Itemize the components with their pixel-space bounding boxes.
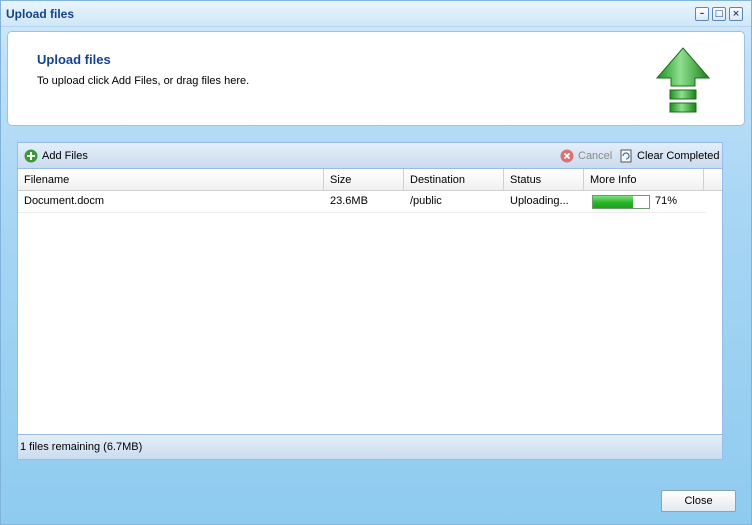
minimize-button[interactable]: – xyxy=(695,7,709,21)
header-subtitle: To upload click Add Files, or drag files… xyxy=(37,75,250,87)
table-row[interactable]: Document.docm 23.6MB /public Uploading..… xyxy=(18,191,706,213)
close-button[interactable]: Close xyxy=(661,490,736,512)
cancel-button[interactable]: Cancel xyxy=(560,148,612,164)
upload-progress-label: 71% xyxy=(655,195,678,207)
title-bar[interactable]: Upload files – □ × xyxy=(1,1,751,27)
column-header-filename[interactable]: Filename xyxy=(18,169,324,191)
cancel-label: Cancel xyxy=(578,150,613,162)
column-header-destination[interactable]: Destination xyxy=(404,169,504,191)
add-files-button[interactable]: Add Files xyxy=(24,148,88,164)
row-status: Uploading... xyxy=(510,195,569,207)
column-header-size[interactable]: Size xyxy=(324,169,404,191)
column-header-more-info[interactable]: More Info xyxy=(584,169,704,191)
row-destination: /public xyxy=(410,195,442,207)
close-window-button[interactable]: × xyxy=(729,7,743,21)
upload-progress-fill xyxy=(593,196,633,208)
maximize-button[interactable]: □ xyxy=(712,7,726,21)
add-icon xyxy=(24,149,38,163)
row-filename: Document.docm xyxy=(24,195,105,207)
clear-completed-button[interactable]: Clear Completed xyxy=(619,148,720,164)
cancel-icon xyxy=(560,149,574,163)
add-files-label: Add Files xyxy=(42,150,88,162)
column-header-row: Filename Size Destination Status More In… xyxy=(18,169,722,191)
clear-completed-label: Clear Completed xyxy=(637,150,720,162)
column-header-status[interactable]: Status xyxy=(504,169,584,191)
upload-progress-bar xyxy=(592,195,650,209)
header-panel: Upload files To upload click Add Files, … xyxy=(7,31,745,126)
header-title: Upload files xyxy=(37,52,111,67)
upload-dialog: Upload files – □ × Upload files To uploa… xyxy=(0,0,752,525)
row-size: 23.6MB xyxy=(330,195,368,207)
upload-arrow-icon xyxy=(655,47,711,113)
window-title: Upload files xyxy=(6,7,75,21)
clear-icon xyxy=(620,149,632,163)
upload-grid: Add Files Cancel Clear Completed Filenam… xyxy=(17,142,723,460)
grid-toolbar: Add Files Cancel Clear Completed xyxy=(18,143,722,169)
files-remaining: 1 files remaining (6.7MB) xyxy=(20,441,143,453)
grid-footer: 1 files remaining (6.7MB) xyxy=(18,434,722,459)
